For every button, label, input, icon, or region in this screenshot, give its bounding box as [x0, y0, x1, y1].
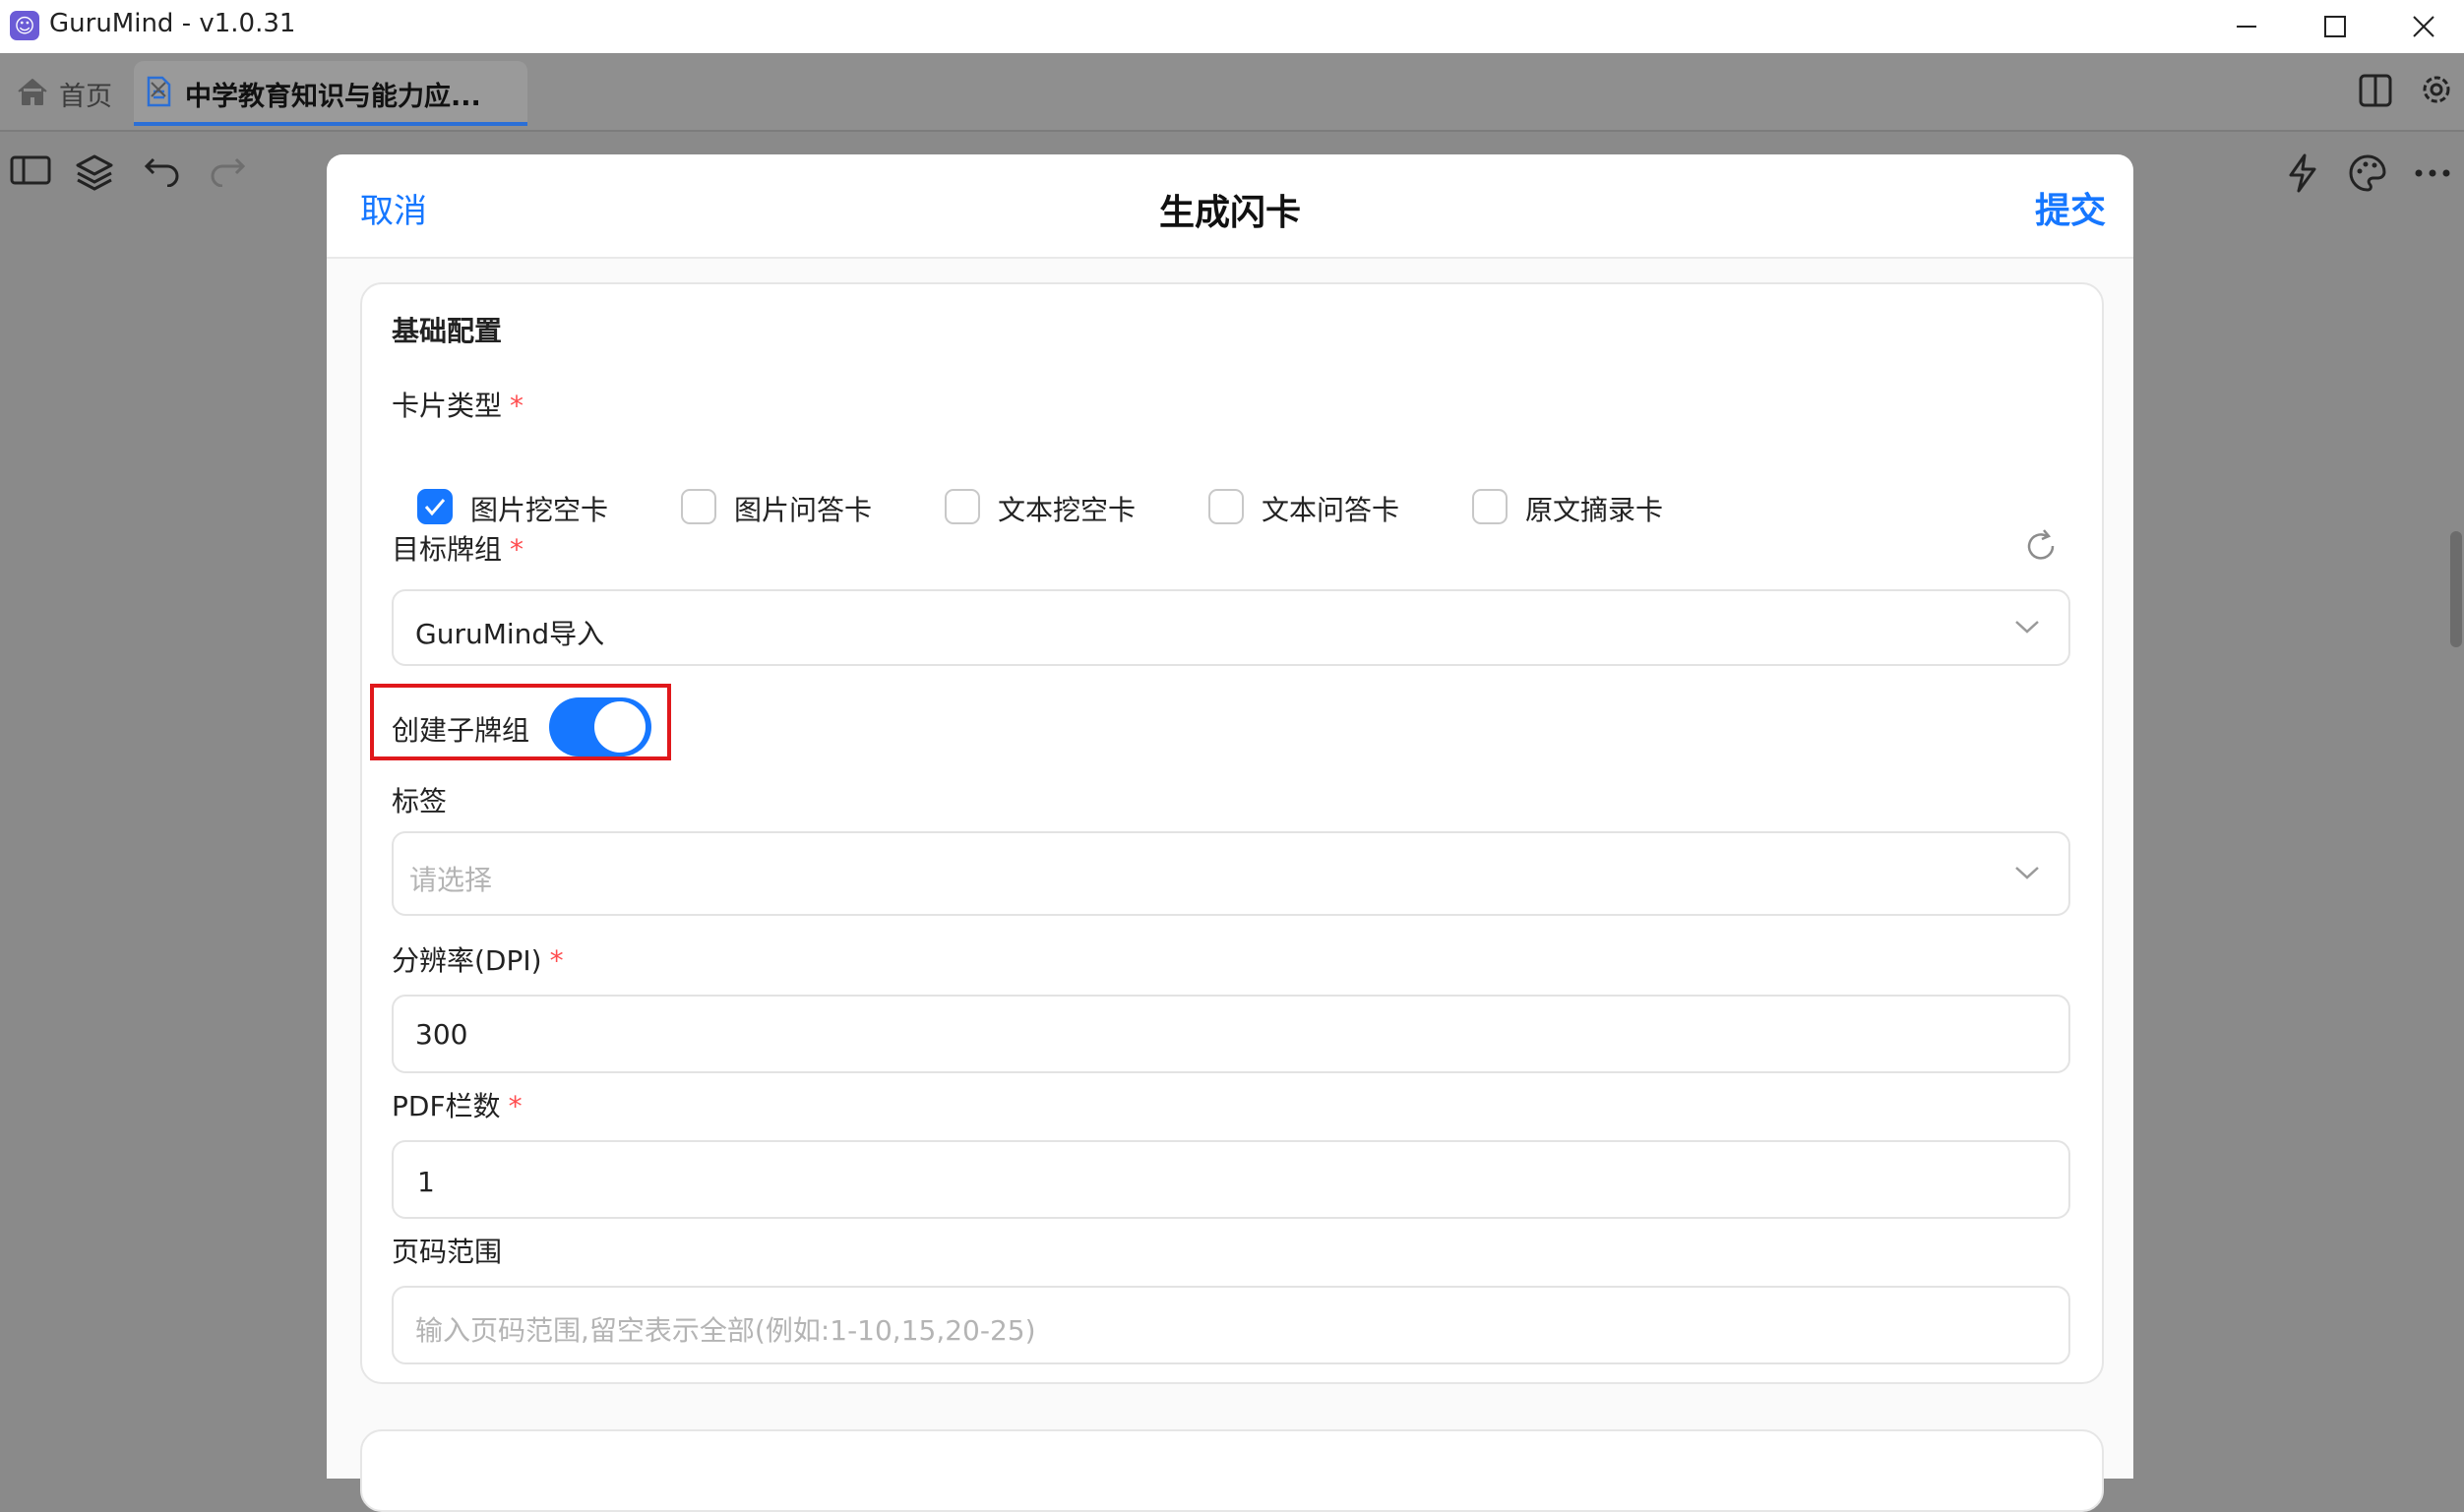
pdf-columns-value: 1	[417, 1166, 435, 1198]
pdf-columns-input[interactable]: 1	[392, 1140, 2070, 1219]
tab-home-label: 首页	[59, 82, 112, 112]
chevron-down-icon	[2015, 867, 2039, 879]
tab-document-label: 中学教育知识与能力应...	[185, 82, 481, 112]
tags-select[interactable]: 请选择	[392, 831, 2070, 916]
chevron-down-icon	[2015, 621, 2039, 634]
section-title: 基础配置	[392, 315, 503, 347]
settings-gear-icon[interactable]	[2417, 70, 2456, 109]
minimize-button[interactable]	[2202, 0, 2291, 53]
checkbox-box[interactable]	[945, 489, 980, 524]
tab-close-icon[interactable]	[144, 75, 173, 104]
dpi-value: 300	[415, 1018, 468, 1051]
close-icon	[2413, 16, 2434, 37]
target-deck-value: GuruMind导入	[415, 618, 605, 650]
sidebar-icon[interactable]	[10, 153, 53, 187]
checkbox-label: 文本挖空卡	[998, 494, 1137, 526]
tab-bar: 首页 中学教育知识与能力应...	[0, 53, 2464, 130]
submit-button[interactable]: 提交	[2035, 182, 2106, 233]
dpi-label: 分辨率(DPI) *	[392, 944, 564, 977]
checkmark-icon	[424, 499, 446, 516]
minimize-icon	[2237, 26, 2256, 28]
checkbox-box[interactable]	[1208, 489, 1244, 524]
create-subdeck-label: 创建子牌组	[392, 714, 530, 747]
checkbox-label: 原文摘录卡	[1525, 494, 1664, 526]
basic-config-card: 基础配置 卡片类型 * 图片挖空卡 图片问答卡 文本挖空卡 文本问答卡 原文摘录…	[360, 282, 2104, 1384]
toggle-knob	[594, 701, 646, 753]
dialog-header: 取消 生成闪卡 提交	[327, 154, 2133, 259]
window-title: GuruMind - v1.0.31	[49, 9, 296, 38]
maximize-button[interactable]	[2291, 0, 2379, 53]
pdf-columns-label: PDF栏数 *	[392, 1090, 523, 1122]
more-icon[interactable]	[2413, 153, 2452, 193]
target-deck-label: 目标牌组 *	[392, 533, 524, 566]
refresh-icon[interactable]	[2021, 526, 2061, 566]
tags-placeholder: 请选择	[409, 864, 493, 896]
lightning-icon[interactable]	[2285, 153, 2320, 193]
create-subdeck-toggle[interactable]	[549, 697, 651, 756]
advanced-config-card	[360, 1429, 2104, 1512]
checkbox-label: 文本问答卡	[1262, 494, 1400, 526]
checkbox-box[interactable]	[681, 489, 716, 524]
tab-document[interactable]: 中学教育知识与能力应...	[134, 61, 527, 126]
home-icon	[18, 79, 47, 105]
dpi-input[interactable]: 300	[392, 995, 2070, 1073]
checkbox-box[interactable]	[1472, 489, 1508, 524]
checkbox-label: 图片问答卡	[734, 494, 873, 526]
scrollbar-thumb[interactable]	[2450, 531, 2462, 647]
redo-icon[interactable]	[209, 153, 246, 187]
app-logo-icon: ☺	[10, 11, 39, 40]
checkbox-box[interactable]	[417, 489, 453, 524]
maximize-icon	[2324, 16, 2346, 37]
dialog-title: 生成闪卡	[1158, 193, 1301, 233]
dialog-body: 基础配置 卡片类型 * 图片挖空卡 图片问答卡 文本挖空卡 文本问答卡 原文摘录…	[327, 259, 2133, 1512]
palette-icon[interactable]	[2348, 153, 2387, 193]
close-window-button[interactable]	[2379, 0, 2464, 53]
tags-label: 标签	[392, 785, 448, 817]
generate-flashcards-dialog: 取消 生成闪卡 提交 基础配置 卡片类型* 图片挖空卡 图片问答卡 文本挖空卡	[327, 154, 2133, 1512]
split-view-icon[interactable]	[2358, 73, 2393, 108]
page-range-label: 页码范围	[392, 1236, 503, 1268]
layers-icon[interactable]	[75, 153, 114, 191]
undo-icon[interactable]	[144, 153, 181, 187]
target-deck-select[interactable]: GuruMind导入	[392, 589, 2070, 666]
title-bar: ☺ GuruMind - v1.0.31	[0, 0, 2464, 53]
page-range-placeholder: 输入页码范围,留空表示全部(例如:1-10,15,20-25)	[415, 1314, 1036, 1347]
checkbox-label: 图片挖空卡	[470, 494, 609, 526]
page-range-input[interactable]: 输入页码范围,留空表示全部(例如:1-10,15,20-25)	[392, 1286, 2070, 1364]
card-type-label: 卡片类型 *	[392, 390, 524, 422]
